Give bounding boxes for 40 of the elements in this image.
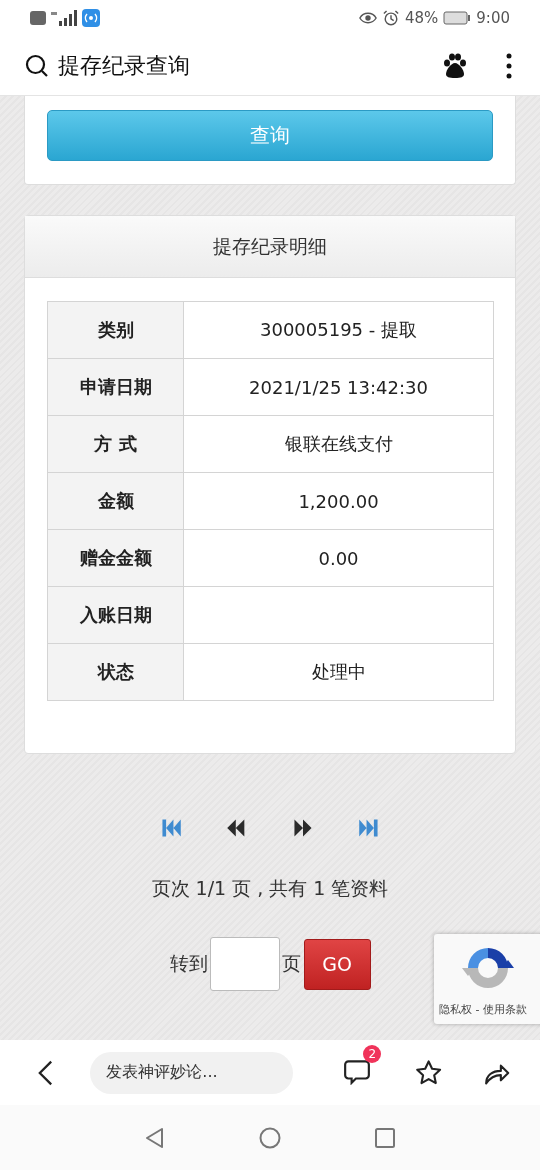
back-nav-icon[interactable]: [144, 1126, 166, 1149]
battery-icon: [443, 11, 472, 25]
next-page-icon[interactable]: [292, 817, 314, 839]
privacy-terms-links[interactable]: 隐私权 - 使用条款: [439, 1002, 527, 1017]
last-page-icon[interactable]: [358, 817, 380, 839]
table-cell: 2021/1/25 13:42:30: [183, 358, 494, 416]
paw-icon[interactable]: [442, 52, 468, 79]
table-cell: 金额: [47, 472, 184, 530]
table-cell: 300005195 - 提取: [183, 301, 494, 359]
clock: 9:00: [476, 9, 510, 27]
comment-field[interactable]: 发表神评妙论...: [90, 1051, 294, 1094]
comment-count-badge: 2: [363, 1044, 382, 1063]
signal-icon: [51, 10, 77, 26]
battery-percent: 48%: [404, 9, 439, 27]
go-button[interactable]: GO: [303, 938, 371, 990]
star-icon[interactable]: [415, 1058, 443, 1087]
table-cell: 0.00: [183, 529, 494, 587]
table-cell: 状态: [47, 643, 184, 701]
alarm-icon: [381, 10, 400, 26]
recents-nav-icon[interactable]: [374, 1126, 396, 1149]
search-icon[interactable]: [25, 53, 49, 78]
home-nav-icon[interactable]: [259, 1126, 281, 1149]
eye-icon: [358, 10, 377, 26]
table-cell: 赠金金额: [47, 529, 184, 587]
page-summary: 页次 1/1 页 , 共有 1 笔资料: [151, 876, 389, 901]
table-cell: 入账日期: [47, 586, 184, 644]
goto-label: 转到: [169, 951, 208, 976]
table-cell: 申请日期: [47, 358, 184, 416]
details-title: 提存纪录明细: [213, 233, 327, 259]
page-input[interactable]: [209, 937, 280, 991]
page-title: 提存纪录查询: [58, 51, 191, 80]
page-unit: 页: [281, 951, 301, 976]
table-cell: 银联在线支付: [183, 415, 494, 473]
more-icon[interactable]: [506, 52, 512, 79]
table-cell: 方 式: [47, 415, 184, 473]
first-page-icon[interactable]: [160, 817, 182, 839]
hotspot-icon: [82, 9, 100, 27]
table-cell: 类别: [47, 301, 184, 359]
table-cell: 1,200.00: [183, 472, 494, 530]
table-cell: 处理中: [183, 643, 494, 701]
